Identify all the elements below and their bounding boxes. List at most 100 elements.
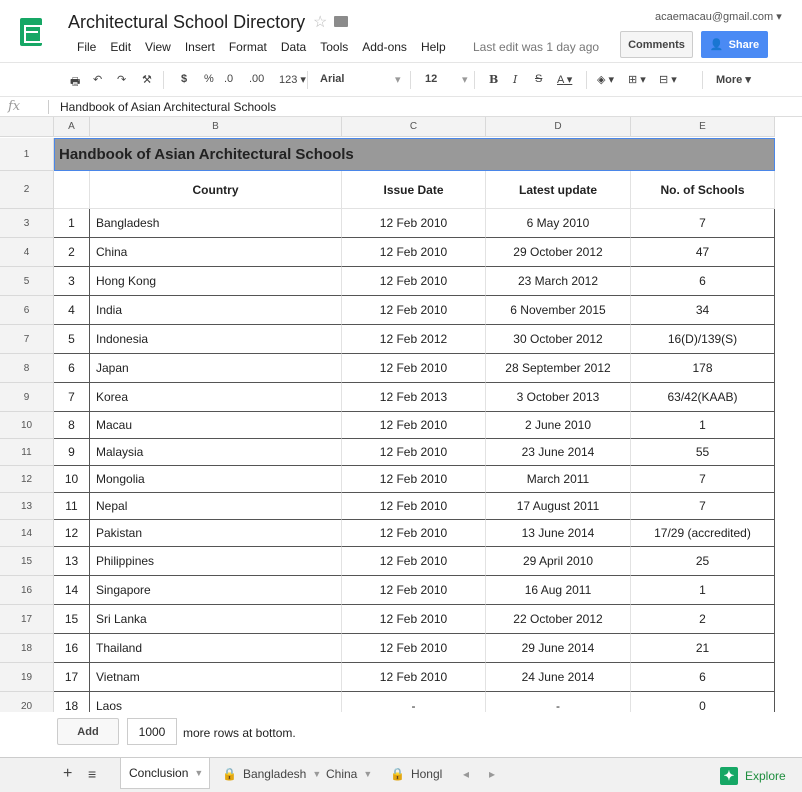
cell-latest-update[interactable]: 29 April 2010 <box>486 547 631 576</box>
row-number[interactable]: 1 <box>0 138 54 171</box>
cell-no-of-schools[interactable]: 17/29 (accredited) <box>631 520 775 547</box>
currency-format-button[interactable]: $ <box>181 73 187 85</box>
column-header-a[interactable]: A <box>54 117 90 137</box>
cell-index[interactable]: 15 <box>54 605 90 634</box>
column-header-c[interactable]: C <box>342 117 486 137</box>
row-number[interactable]: 18 <box>0 634 54 663</box>
decrease-decimal-button[interactable]: .0 <box>224 73 233 85</box>
cell-issue-date[interactable]: 12 Feb 2010 <box>342 354 486 383</box>
formula-input[interactable]: Handbook of Asian Architectural Schools <box>60 100 276 114</box>
header-no-of-schools[interactable]: No. of Schools <box>631 171 775 209</box>
header-cell-index[interactable] <box>54 171 90 209</box>
cell-index[interactable]: 2 <box>54 238 90 267</box>
row-number[interactable]: 3 <box>0 209 54 238</box>
cell-no-of-schools[interactable]: 7 <box>631 493 775 520</box>
cell-no-of-schools[interactable]: 7 <box>631 466 775 493</box>
cell-country[interactable]: Macau <box>90 412 342 439</box>
cell-latest-update[interactable]: 29 October 2012 <box>486 238 631 267</box>
cell-no-of-schools[interactable]: 178 <box>631 354 775 383</box>
increase-decimal-button[interactable]: .00 <box>249 73 264 85</box>
cell-index[interactable]: 6 <box>54 354 90 383</box>
cell-country[interactable]: Vietnam <box>90 663 342 692</box>
cell-latest-update[interactable]: 17 August 2011 <box>486 493 631 520</box>
more-dropdown[interactable]: More ▾ <box>716 73 751 86</box>
comments-button[interactable]: Comments <box>620 31 693 58</box>
menu-format[interactable]: Format <box>229 40 267 54</box>
cell-no-of-schools[interactable]: 2 <box>631 605 775 634</box>
menu-view[interactable]: View <box>145 40 171 54</box>
cell-latest-update[interactable]: 16 Aug 2011 <box>486 576 631 605</box>
cell-issue-date[interactable]: 12 Feb 2013 <box>342 383 486 412</box>
cell-no-of-schools[interactable]: 6 <box>631 267 775 296</box>
merge-cells-icon[interactable]: ⊟ ▾ <box>659 73 677 86</box>
cell-no-of-schools[interactable]: 55 <box>631 439 775 466</box>
cell-index[interactable]: 11 <box>54 493 90 520</box>
cell-latest-update[interactable]: 29 June 2014 <box>486 634 631 663</box>
cell-issue-date[interactable]: 12 Feb 2010 <box>342 209 486 238</box>
cell-issue-date[interactable]: 12 Feb 2010 <box>342 605 486 634</box>
cell-no-of-schools[interactable]: 34 <box>631 296 775 325</box>
cell-issue-date[interactable]: 12 Feb 2010 <box>342 267 486 296</box>
column-header-e[interactable]: E <box>631 117 775 137</box>
number-format-dropdown[interactable]: 123 ▾ <box>279 73 306 86</box>
row-number[interactable]: 16 <box>0 576 54 605</box>
row-number[interactable]: 5 <box>0 267 54 296</box>
redo-icon[interactable]: ↷ <box>117 73 126 86</box>
menu-file[interactable]: File <box>77 40 96 54</box>
cell-index[interactable]: 13 <box>54 547 90 576</box>
folder-icon[interactable] <box>334 16 348 27</box>
cell-index[interactable]: 3 <box>54 267 90 296</box>
row-number[interactable]: 15 <box>0 547 54 576</box>
title-cell[interactable]: Handbook of Asian Architectural Schools <box>54 138 775 171</box>
percent-format-button[interactable]: % <box>204 73 214 85</box>
row-number[interactable]: 12 <box>0 466 54 493</box>
cell-country[interactable]: Philippines <box>90 547 342 576</box>
cell-index[interactable]: 16 <box>54 634 90 663</box>
cell-country[interactable]: Singapore <box>90 576 342 605</box>
cell-latest-update[interactable]: March 2011 <box>486 466 631 493</box>
row-number[interactable]: 4 <box>0 238 54 267</box>
cell-issue-date[interactable]: 12 Feb 2010 <box>342 493 486 520</box>
row-number[interactable]: 8 <box>0 354 54 383</box>
cell-latest-update[interactable]: 28 September 2012 <box>486 354 631 383</box>
select-all-corner[interactable] <box>0 117 54 137</box>
cell-latest-update[interactable]: 3 October 2013 <box>486 383 631 412</box>
cell-index[interactable]: 1 <box>54 209 90 238</box>
row-number[interactable]: 10 <box>0 412 54 439</box>
cell-latest-update[interactable]: 23 March 2012 <box>486 267 631 296</box>
cell-country[interactable]: Korea <box>90 383 342 412</box>
cell-country[interactable]: China <box>90 238 342 267</box>
row-number[interactable]: 17 <box>0 605 54 634</box>
cell-issue-date[interactable]: 12 Feb 2010 <box>342 547 486 576</box>
italic-button[interactable]: I <box>513 73 517 86</box>
cell-index[interactable]: 12 <box>54 520 90 547</box>
cell-index[interactable]: 7 <box>54 383 90 412</box>
rows-count-input[interactable]: 1000 <box>127 718 177 745</box>
document-title[interactable]: Architectural School Directory <box>68 12 305 33</box>
cell-latest-update[interactable]: 30 October 2012 <box>486 325 631 354</box>
cell-country[interactable]: Japan <box>90 354 342 383</box>
menu-data[interactable]: Data <box>281 40 306 54</box>
sheets-logo-icon[interactable] <box>20 18 52 57</box>
paint-format-icon[interactable]: ⚒ <box>142 73 152 86</box>
header-latest-update[interactable]: Latest update <box>486 171 631 209</box>
cell-no-of-schools[interactable]: 6 <box>631 663 775 692</box>
cell-country[interactable]: Mongolia <box>90 466 342 493</box>
text-color-button[interactable]: A ▾ <box>557 73 572 86</box>
cell-country[interactable]: Thailand <box>90 634 342 663</box>
cell-no-of-schools[interactable]: 25 <box>631 547 775 576</box>
star-icon[interactable]: ☆ <box>313 12 327 32</box>
cell-latest-update[interactable]: 6 May 2010 <box>486 209 631 238</box>
header-issue-date[interactable]: Issue Date <box>342 171 486 209</box>
scroll-left-icon[interactable]: ◂ <box>455 758 469 789</box>
cell-country[interactable]: Hong Kong <box>90 267 342 296</box>
cell-index[interactable]: 9 <box>54 439 90 466</box>
cell-country[interactable]: Sri Lanka <box>90 605 342 634</box>
print-icon[interactable]: 🖶 <box>70 73 80 92</box>
header-country[interactable]: Country <box>90 171 342 209</box>
borders-icon[interactable]: ⊞ ▾ <box>628 73 646 86</box>
chevron-down-icon[interactable]: ▾ <box>395 73 401 86</box>
strikethrough-button[interactable]: S <box>535 73 542 85</box>
cell-issue-date[interactable]: 12 Feb 2010 <box>342 439 486 466</box>
cell-index[interactable]: 5 <box>54 325 90 354</box>
